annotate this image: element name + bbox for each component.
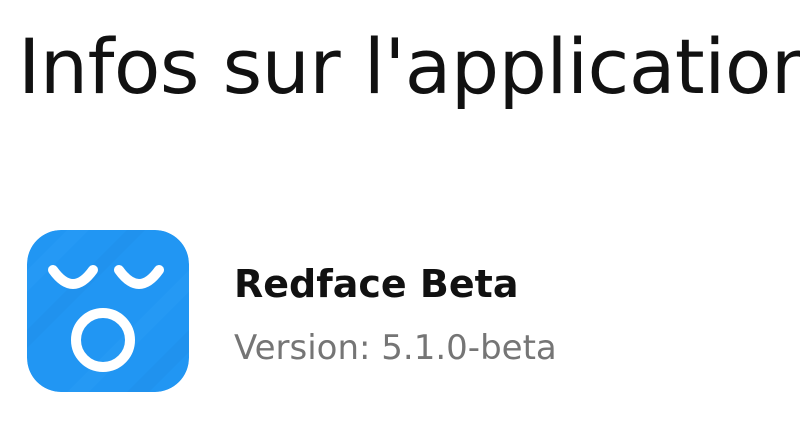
redface-app-icon bbox=[27, 230, 189, 392]
app-name: Redface Beta bbox=[234, 262, 519, 306]
app-version: Version: 5.1.0-beta bbox=[234, 328, 557, 368]
app-info-row: Redface Beta Version: 5.1.0-beta bbox=[0, 224, 800, 394]
page-title: Infos sur l'application bbox=[18, 22, 800, 111]
